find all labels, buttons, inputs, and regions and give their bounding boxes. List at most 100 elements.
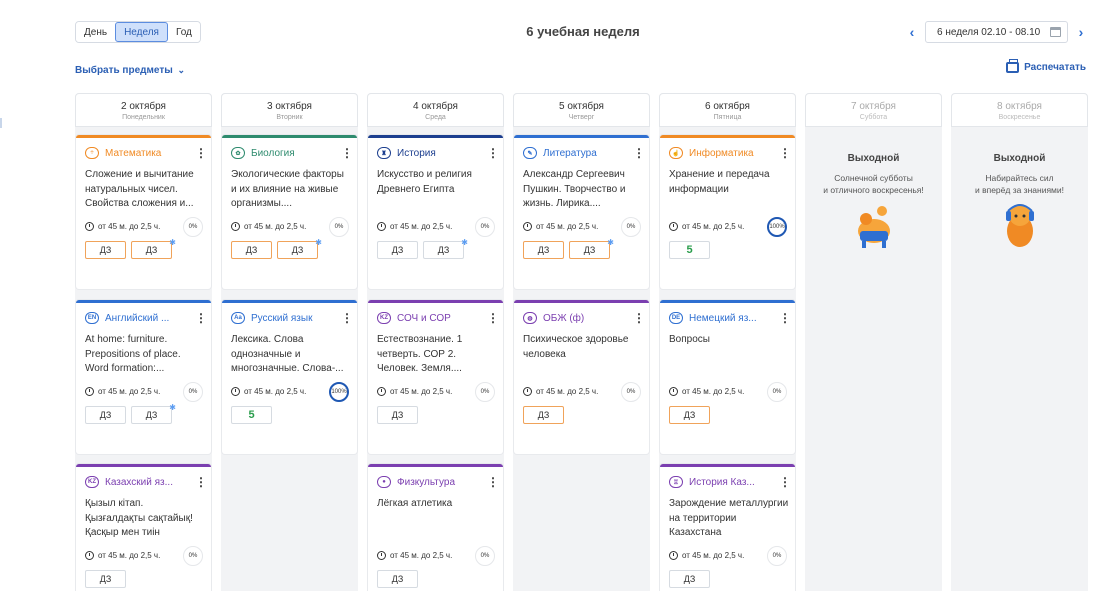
lesson-topic[interactable]: Зарождение металлургии на территории Каз…	[669, 497, 789, 541]
lesson-card[interactable]: ÷ Математика ⋮ Сложение и вычитание натурал…	[76, 135, 211, 289]
homework-button[interactable]: ДЗ	[669, 570, 710, 588]
more-menu-icon[interactable]: ⋮	[633, 147, 645, 159]
lesson-topic[interactable]: Вопросы	[669, 333, 789, 377]
lesson-topic[interactable]: Александр Сергеевич Пушкин. Творчество и…	[523, 168, 643, 212]
literature-icon: ✎	[523, 147, 537, 159]
homework-button[interactable]: ДЗ ✱	[277, 239, 322, 259]
select-subjects-dropdown[interactable]: Выбрать предметы ⌄	[75, 65, 185, 76]
print-button[interactable]: Распечатать	[1006, 59, 1086, 73]
subject-name[interactable]: Русский язык	[251, 313, 341, 324]
homework-label: ДЗ	[99, 574, 112, 584]
lesson-card[interactable]: ☝ Информатика ⋮ Хранение и передача информа…	[660, 135, 795, 289]
subject-name[interactable]: Немецкий яз...	[689, 313, 779, 324]
homework-row: ДЗ ДЗ ✱	[377, 239, 468, 259]
homework-button[interactable]: ДЗ	[669, 406, 710, 424]
lesson-topic[interactable]: Психическое здоровье человека	[523, 333, 643, 377]
more-menu-icon[interactable]: ⋮	[779, 312, 791, 324]
lesson-topic[interactable]: Қызыл кітап. Қызғалдақты сақтайық! Қасқы…	[85, 497, 205, 541]
lesson-topic[interactable]: At home: furniture. Prepositions of plac…	[85, 333, 205, 377]
lesson-card[interactable]: ● Физкультура ⋮ Лёгкая атлетика от 45 м. до …	[368, 464, 503, 591]
duration-text: от 45 м. до 2,5 ч.	[390, 551, 453, 560]
more-menu-icon[interactable]: ⋮	[341, 312, 353, 324]
day-date: 4 октября	[413, 101, 458, 112]
lesson-card-header: Аа Русский язык ⋮	[231, 311, 353, 325]
homework-button[interactable]: ДЗ	[377, 406, 418, 424]
lesson-topic[interactable]: Экологические факторы и их влияние на жи…	[231, 168, 351, 212]
subject-name[interactable]: История	[397, 148, 487, 159]
homework-button[interactable]: ДЗ	[85, 406, 126, 424]
more-menu-icon[interactable]: ⋮	[341, 147, 353, 159]
day-weekday: Суббота	[859, 114, 888, 121]
subject-name[interactable]: История Каз...	[689, 477, 779, 488]
homework-button[interactable]: ДЗ	[231, 241, 272, 259]
subject-name[interactable]: Физкультура	[397, 477, 487, 488]
lesson-card-header: ✎ Литература ⋮	[523, 146, 645, 160]
subject-name[interactable]: Биология	[251, 148, 341, 159]
subject-name[interactable]: Казахский яз...	[105, 477, 195, 488]
day-off-text: Набирайтесь сил и вперёд за знаниями!	[974, 173, 1065, 195]
more-menu-icon[interactable]: ⋮	[195, 147, 207, 159]
homework-row: 5	[231, 406, 272, 424]
more-menu-icon[interactable]: ⋮	[195, 312, 207, 324]
day-header: 3 октября Вторник	[221, 93, 358, 127]
lesson-topic[interactable]: Искусство и религия Древнего Египта	[377, 168, 497, 212]
lesson-card[interactable]: KZ СОЧ и СОР ⋮ Естествознание. 1 четверть. …	[368, 300, 503, 454]
homework-button[interactable]: ДЗ	[523, 241, 564, 259]
timer-icon	[669, 222, 678, 231]
day-column: 7 октября Суббота Выходной Солнечной суббот…	[805, 93, 942, 591]
homework-button[interactable]: ДЗ	[523, 406, 564, 424]
lesson-card[interactable]: Аа Русский язык ⋮ Лексика. Слова однозначны…	[222, 300, 357, 454]
lesson-card[interactable]: DE Немецкий яз... ⋮ Вопросы от 45 м. до 2,5 …	[660, 300, 795, 454]
prev-week-icon[interactable]: ‹	[905, 25, 919, 39]
day-off-title: Выходной	[993, 153, 1046, 164]
lesson-card[interactable]: EN Английский ... ⋮ At home: furniture. Pre…	[76, 300, 211, 454]
lesson-topic[interactable]: Лексика. Слова однозначные и многозначны…	[231, 333, 351, 377]
lesson-topic[interactable]: Сложение и вычитание натуральных чисел. …	[85, 168, 205, 212]
subject-name[interactable]: Математика	[105, 148, 195, 159]
homework-button[interactable]: ДЗ ✱	[131, 239, 176, 259]
more-menu-icon[interactable]: ⋮	[779, 147, 791, 159]
duration-text: от 45 м. до 2,5 ч.	[682, 551, 745, 560]
lesson-card[interactable]: ♖ История Каз... ⋮ Зарождение металлургии н…	[660, 464, 795, 591]
timer-icon	[669, 551, 678, 560]
next-week-icon[interactable]: ›	[1074, 25, 1088, 39]
lesson-card[interactable]: KZ Казахский яз... ⋮ Қызыл кітап. Қызғалдақ…	[76, 464, 211, 591]
eng-icon: EN	[85, 312, 99, 324]
homework-button[interactable]: ДЗ	[377, 241, 418, 259]
lesson-topic[interactable]: Хранение и передача информации	[669, 168, 789, 212]
homework-button[interactable]: ДЗ	[377, 570, 418, 588]
subject-name[interactable]: ОБЖ (ф)	[543, 313, 633, 324]
homework-label: ДЗ	[437, 245, 450, 255]
more-menu-icon[interactable]: ⋮	[779, 476, 791, 488]
lesson-card-header: ● Физкультура ⋮	[377, 475, 499, 489]
homework-button[interactable]: ДЗ	[85, 241, 126, 259]
homework-button[interactable]: ДЗ ✱	[423, 239, 468, 259]
lesson-duration: от 45 м. до 2,5 ч.	[377, 551, 452, 560]
homework-button[interactable]: ДЗ	[85, 570, 126, 588]
homework-button[interactable]: ДЗ ✱	[569, 239, 614, 259]
timer-icon	[669, 387, 678, 396]
schedule-page: День Неделя Год 6 учебная неделя ‹ 6 нед…	[0, 0, 1104, 591]
lesson-card[interactable]: ♜ История ⋮ Искусство и религия Древнего Ег…	[368, 135, 503, 289]
lesson-card[interactable]: ✎ Литература ⋮ Александр Сергеевич Пушкин. …	[514, 135, 649, 289]
lesson-topic[interactable]: Естествознание. 1 четверть. СОР 2. Челов…	[377, 333, 497, 377]
lesson-card[interactable]: ✿ Биология ⋮ Экологические факторы и их вли…	[222, 135, 357, 289]
lesson-duration: от 45 м. до 2,5 ч.	[669, 387, 744, 396]
homework-button[interactable]: ДЗ ✱	[131, 404, 176, 424]
day-header: 4 октября Среда	[367, 93, 504, 127]
week-picker[interactable]: 6 неделя 02.10 - 08.10	[925, 21, 1068, 43]
more-menu-icon[interactable]: ⋮	[195, 476, 207, 488]
progress-indicator: 0%	[183, 546, 203, 566]
more-menu-icon[interactable]: ⋮	[487, 312, 499, 324]
subject-name[interactable]: Английский ...	[105, 313, 195, 324]
lesson-card-header: ♜ История ⋮	[377, 146, 499, 160]
lesson-card[interactable]: ◍ ОБЖ (ф) ⋮ Психическое здоровье человека от…	[514, 300, 649, 454]
subject-name[interactable]: Информатика	[689, 148, 779, 159]
more-menu-icon[interactable]: ⋮	[487, 147, 499, 159]
more-menu-icon[interactable]: ⋮	[487, 476, 499, 488]
more-menu-icon[interactable]: ⋮	[633, 312, 645, 324]
music-character-illustration	[998, 201, 1042, 249]
subject-name[interactable]: Литература	[543, 148, 633, 159]
subject-name[interactable]: СОЧ и СОР	[397, 313, 487, 324]
lesson-topic[interactable]: Лёгкая атлетика	[377, 497, 497, 541]
